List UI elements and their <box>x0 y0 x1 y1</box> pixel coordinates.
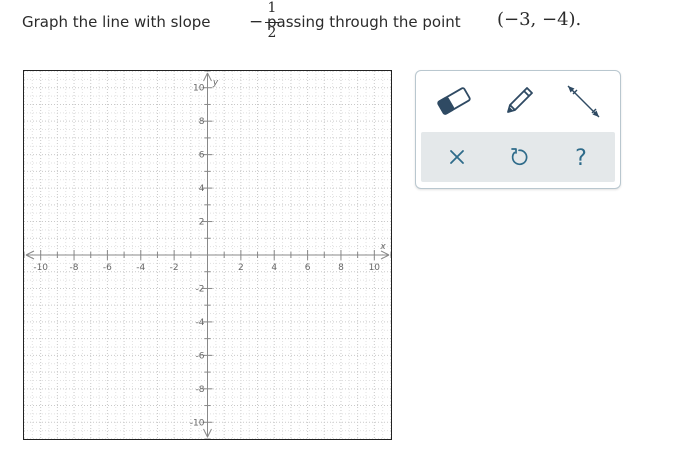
x-tick-label: 4 <box>271 263 277 273</box>
y-tick-label: 4 <box>199 184 205 194</box>
x-tick-label: -2 <box>170 263 179 273</box>
y-tick-label: -8 <box>196 385 205 395</box>
undo-button[interactable] <box>502 140 536 174</box>
y-tick-label: 6 <box>199 151 205 161</box>
x-tick-label: 8 <box>338 263 344 273</box>
slope-minus-sign: − <box>249 12 264 32</box>
y-tick-label: 8 <box>199 117 205 127</box>
pencil-icon <box>507 87 533 113</box>
y-tick-label: -2 <box>196 284 205 294</box>
eraser-tool-button[interactable] <box>434 81 474 121</box>
eraser-icon <box>437 87 471 115</box>
x-tick-label: 6 <box>305 263 311 273</box>
x-tick-label: 2 <box>238 263 244 273</box>
question-text: Graph the line with slope − 1 2 passing … <box>22 0 662 46</box>
pencil-tool-button[interactable] <box>499 81 539 121</box>
line-tool-button[interactable] <box>563 81 603 121</box>
y-tick-label: 10 <box>193 84 205 94</box>
clear-button[interactable] <box>440 140 474 174</box>
y-tick-label: -6 <box>196 351 205 361</box>
x-tick-label: -8 <box>70 263 79 273</box>
x-tick-label: -10 <box>33 263 48 273</box>
question-prefix: Graph the line with slope <box>22 13 211 31</box>
y-tick-label: -10 <box>190 418 205 428</box>
question-middle: passing through the point <box>267 13 461 31</box>
x-tick-label: 10 <box>369 263 381 273</box>
given-point: (−3, −4). <box>497 9 582 30</box>
x-tick-label: -4 <box>136 263 145 273</box>
coordinate-plane[interactable]: -10 -8 -6 -4 -2 2 4 6 8 10 10 8 6 4 2 -2 -4 -6 -8 -10 x y <box>24 71 391 439</box>
help-button[interactable]: ? <box>564 140 598 174</box>
y-axis-label: y <box>212 78 219 88</box>
x-axis-label: x <box>379 242 386 252</box>
graph-area[interactable]: -10 -8 -6 -4 -2 2 4 6 8 10 10 8 6 4 2 -2 -4 -6 -8 -10 x y <box>23 70 392 440</box>
y-tick-label: -4 <box>196 318 205 328</box>
help-label: ? <box>575 146 587 171</box>
x-tick-label: -6 <box>103 263 112 273</box>
help-icon: ? <box>575 146 587 171</box>
action-bar: ? <box>421 132 615 182</box>
graph-toolbox: ? <box>415 70 621 189</box>
undo-icon <box>511 148 528 166</box>
y-tick-label: 2 <box>199 218 205 228</box>
close-icon <box>450 150 464 164</box>
line-tool-icon <box>567 85 600 118</box>
